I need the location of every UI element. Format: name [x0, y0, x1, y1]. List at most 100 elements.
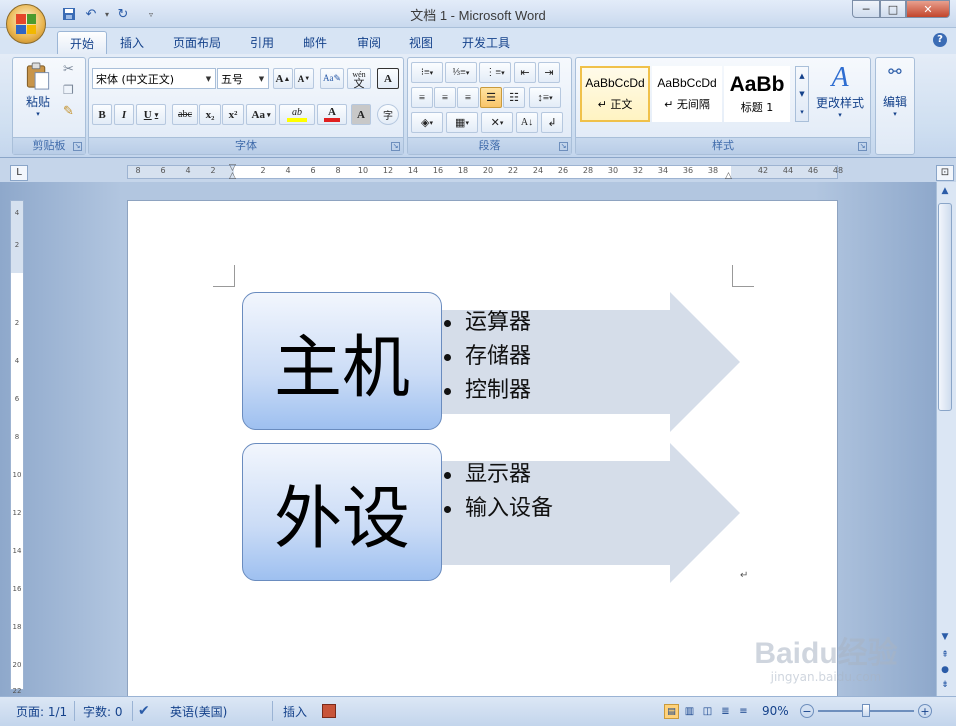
paste-button[interactable]: 粘贴 ▾ — [21, 62, 55, 118]
sort-button[interactable]: A↓ — [516, 112, 538, 133]
web-layout-icon[interactable]: ◫ — [700, 704, 715, 719]
tab-references[interactable]: 引用 — [238, 31, 286, 54]
zoom-slider-track[interactable] — [818, 704, 914, 717]
tab-home[interactable]: 开始 — [57, 31, 108, 54]
superscript-button[interactable]: x² — [222, 104, 244, 125]
style-no-spacing[interactable]: AaBbCcDd ↵ 无间隔 — [652, 66, 722, 122]
right-indent-marker[interactable]: △ — [725, 171, 732, 181]
office-button[interactable] — [6, 4, 46, 44]
minimize-button[interactable]: ─ — [852, 0, 880, 18]
status-language[interactable]: 英语(美国) — [170, 702, 227, 720]
tab-view[interactable]: 视图 — [397, 31, 445, 54]
tab-review[interactable]: 审阅 — [345, 31, 393, 54]
cut-icon[interactable]: ✂ — [63, 62, 74, 77]
chevron-up-icon[interactable]: ▲ — [799, 72, 804, 80]
outline-icon[interactable]: ≣ — [718, 704, 733, 719]
style-normal[interactable]: AaBbCcDd ↵ 正文 — [580, 66, 650, 122]
styles-launcher-icon[interactable]: ↘ — [858, 142, 867, 151]
chevron-down-icon[interactable]: ▼ — [799, 90, 804, 98]
grow-font-button[interactable]: A ▲ — [273, 68, 293, 89]
more-icon[interactable]: ▾ — [800, 108, 804, 116]
zoom-in-icon[interactable]: + — [918, 704, 932, 718]
full-screen-reading-icon[interactable]: ▥ — [682, 704, 697, 719]
proofing-icon[interactable]: ✔ — [138, 702, 150, 720]
copy-icon[interactable]: ❐ — [63, 83, 74, 97]
tab-insert[interactable]: 插入 — [108, 31, 156, 54]
smartart-list-1[interactable]: 运算器 存储器 控制器 — [438, 306, 531, 408]
phonetic-guide-button[interactable]: wén 文 — [347, 68, 371, 89]
browse-object-icon[interactable]: ● — [938, 663, 952, 677]
zoom-slider-thumb[interactable] — [862, 704, 870, 717]
smartart-list-2[interactable]: 显示器 输入设备 — [438, 458, 553, 526]
format-painter-icon[interactable]: ✎ — [63, 104, 74, 119]
styles-scroll[interactable]: ▲ ▼ ▾ — [795, 66, 809, 122]
justify-button[interactable]: ☰ — [480, 87, 502, 108]
vertical-ruler[interactable]: 4 2 2 4 6 8 10 12 14 16 18 20 22 — [10, 200, 24, 695]
hanging-indent-marker[interactable]: △ — [229, 171, 236, 181]
bullets-button[interactable]: ⁝≡ ▾ — [411, 62, 443, 83]
smartart-shape-1[interactable]: 主机 — [242, 292, 442, 430]
borders-button[interactable]: ▦ ▾ — [446, 112, 478, 133]
line-spacing-button[interactable]: ↕≡ ▾ — [529, 87, 561, 108]
draft-icon[interactable]: ≡ — [736, 704, 751, 719]
tab-mailings[interactable]: 邮件 — [291, 31, 339, 54]
strikethrough-button[interactable]: abc — [172, 104, 198, 125]
enclose-characters-button[interactable]: 字 — [377, 104, 399, 125]
shading-button[interactable]: ◈ ▾ — [411, 112, 443, 133]
change-styles-button[interactable]: A 更改样式 ▾ — [812, 62, 868, 132]
font-name-combo[interactable]: 宋体 (中文正文) ▼ — [92, 68, 216, 89]
status-page[interactable]: 页面: 1/1 — [16, 702, 67, 720]
clear-formatting-button[interactable]: Aa✎ — [320, 68, 344, 89]
maximize-button[interactable]: □ — [880, 0, 906, 18]
status-words[interactable]: 字数: 0 — [83, 702, 123, 720]
scroll-up-icon[interactable]: ▲ — [938, 184, 952, 198]
increase-indent-button[interactable]: ⇥ — [538, 62, 560, 83]
distributed-button[interactable]: ☷ — [503, 87, 525, 108]
character-shading-button[interactable]: A — [351, 104, 371, 125]
macro-record-icon[interactable] — [322, 704, 336, 718]
tab-selector-icon[interactable]: L — [10, 165, 28, 181]
clipboard-launcher-icon[interactable]: ↘ — [73, 142, 82, 151]
zoom-level[interactable]: 90% — [762, 702, 789, 720]
decrease-indent-button[interactable]: ⇤ — [514, 62, 536, 83]
style-heading-1[interactable]: AaBb 标题 1 — [724, 66, 790, 122]
tab-developer[interactable]: 开发工具 — [450, 31, 522, 54]
bold-button[interactable]: B — [92, 104, 112, 125]
align-center-button[interactable]: ≡ — [434, 87, 456, 108]
chevron-down-icon[interactable]: ▼ — [203, 70, 214, 87]
align-right-button[interactable]: ≡ — [457, 87, 479, 108]
scroll-down-icon[interactable]: ▼ — [938, 630, 952, 644]
scrollbar-thumb[interactable] — [938, 203, 952, 411]
print-layout-icon[interactable]: ▤ — [664, 704, 679, 719]
view-ruler-icon[interactable]: ⊡ — [936, 165, 954, 181]
smartart-shape-2[interactable]: 外设 — [242, 443, 442, 581]
multilevel-list-button[interactable]: ⋮≡ ▾ — [479, 62, 511, 83]
horizontal-ruler[interactable]: 8 6 4 2 2 4 6 8 10 12 14 16 18 20 22 24 26 28 30 32 34 36 38 42… — [127, 163, 843, 181]
shrink-font-button[interactable]: A ▼ — [294, 68, 314, 89]
zoom-out-icon[interactable]: − — [800, 704, 814, 718]
help-icon[interactable]: ? — [933, 33, 947, 47]
font-size-combo[interactable]: 五号 ▼ — [217, 68, 269, 89]
next-page-icon[interactable]: ⇟ — [938, 678, 952, 692]
italic-button[interactable]: I — [114, 104, 134, 125]
document-page[interactable]: 主机 运算器 存储器 控制器 外设 显示器 输入设备 ↵ — [127, 200, 838, 700]
tab-page-layout[interactable]: 页面布局 — [161, 31, 233, 54]
change-case-button[interactable]: Aa ▾ — [246, 104, 276, 125]
subscript-button[interactable]: x₂ — [199, 104, 221, 125]
chevron-down-icon[interactable]: ▼ — [256, 70, 267, 87]
highlight-button[interactable]: ab — [279, 104, 315, 125]
close-button[interactable]: ✕ — [906, 0, 950, 18]
font-color-button[interactable]: A — [317, 104, 347, 125]
font-launcher-icon[interactable]: ↘ — [391, 142, 400, 151]
paste-label: 粘贴 — [25, 95, 50, 109]
underline-button[interactable]: U ▾ — [136, 104, 166, 125]
character-border-button[interactable]: A — [377, 68, 399, 89]
previous-page-icon[interactable]: ⇞ — [938, 648, 952, 662]
show-marks-button[interactable]: ↲ — [541, 112, 563, 133]
paragraph-launcher-icon[interactable]: ↘ — [559, 142, 568, 151]
editing-button[interactable]: ⚯ 编辑 ▾ — [878, 62, 912, 132]
chinese-layout-button[interactable]: ✕ ▾ — [481, 112, 513, 133]
align-left-button[interactable]: ≡ — [411, 87, 433, 108]
status-insert-mode[interactable]: 插入 — [283, 702, 307, 720]
numbering-button[interactable]: ⅓≡ ▾ — [445, 62, 477, 83]
